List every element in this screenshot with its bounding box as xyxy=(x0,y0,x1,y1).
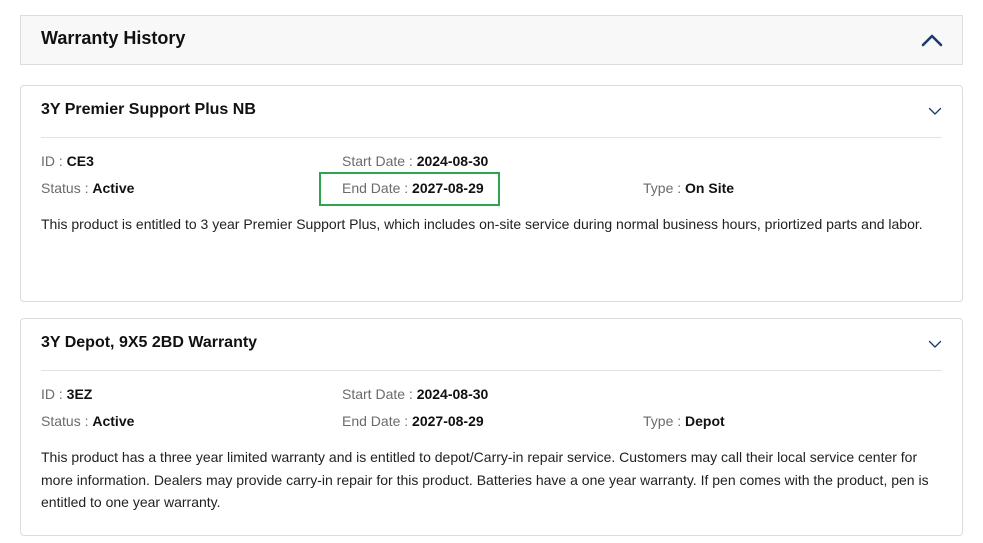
warranty-id: ID : 3EZ xyxy=(41,386,93,402)
status-label: Status xyxy=(41,413,81,429)
section-title: Warranty History xyxy=(41,28,186,48)
warranty-title: 3Y Premier Support Plus NB xyxy=(41,101,256,118)
warranty-description: This product has a three year limited wa… xyxy=(41,449,929,510)
end-date-value: 2027-08-29 xyxy=(412,413,484,429)
id-value: 3EZ xyxy=(66,386,93,402)
start-date-label: Start Date xyxy=(342,153,406,169)
chevron-up-icon[interactable] xyxy=(920,30,944,50)
start-date: Start Date : 2024-08-30 xyxy=(342,386,489,402)
warranty-id: ID : CE3 xyxy=(41,153,94,169)
status-value: Active xyxy=(92,180,135,196)
start-date-value: 2024-08-30 xyxy=(416,153,489,169)
type-label: Type xyxy=(643,180,674,196)
chevron-down-icon[interactable] xyxy=(928,337,942,351)
id-value: CE3 xyxy=(66,153,94,169)
type-label: Type xyxy=(643,413,674,429)
warranty-status: Status : Active xyxy=(41,180,135,196)
warranty-type: Type : Depot xyxy=(643,413,725,429)
warranty-title: 3Y Depot, 9X5 2BD Warranty xyxy=(41,334,258,351)
warranty-history-page: Warranty History 3Y Premier Support Plus… xyxy=(0,0,983,543)
start-date-label: Start Date xyxy=(342,386,406,402)
id-label: ID xyxy=(41,153,55,169)
start-date: Start Date : 2024-08-30 xyxy=(342,153,489,169)
end-date-label: End Date xyxy=(342,413,401,429)
warranty-status: Status : Active xyxy=(41,413,135,429)
divider xyxy=(41,370,942,371)
status-label: Status xyxy=(41,180,81,196)
status-value: Active xyxy=(92,413,135,429)
warranty-description: This product is entitled to 3 year Premi… xyxy=(41,216,923,232)
type-value: On Site xyxy=(685,180,735,196)
warranty-history-header[interactable]: Warranty History xyxy=(20,15,963,65)
start-date-value: 2024-08-30 xyxy=(416,386,489,402)
chevron-down-icon[interactable] xyxy=(928,104,942,118)
id-label: ID xyxy=(41,386,55,402)
end-date: End Date : 2027-08-29 xyxy=(342,413,484,429)
divider xyxy=(41,137,942,138)
type-value: Depot xyxy=(685,413,725,429)
end-date-highlight xyxy=(319,172,500,206)
warranty-card: 3Y Premier Support Plus NB ID : CE3 Star… xyxy=(20,85,963,302)
warranty-card: 3Y Depot, 9X5 2BD Warranty ID : 3EZ Star… xyxy=(20,318,963,536)
warranty-type: Type : On Site xyxy=(643,180,735,196)
